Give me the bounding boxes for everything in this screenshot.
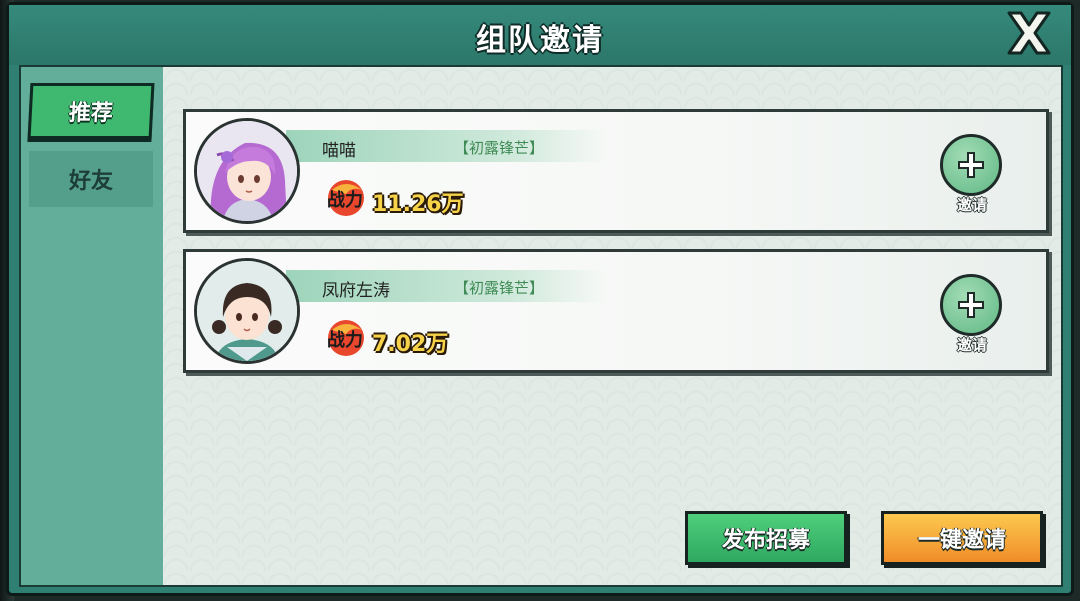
player-card: 凤府左涛 【初露锋芒】 战力 7.02万 邀请	[183, 249, 1049, 373]
tab-recommended[interactable]: 推荐	[27, 83, 155, 139]
combat-power-icon: 战力	[322, 316, 368, 360]
invite-label: 邀请	[956, 336, 987, 354]
invite-circle	[940, 274, 1002, 336]
plus-icon	[958, 292, 984, 318]
tab-label: 推荐	[68, 101, 114, 126]
avatar	[194, 118, 300, 224]
team-invite-dialog: 组队邀请 推荐 好友 喵喵 【初露锋芒】 战力 11.26万 邀请 凤府左涛 【…	[6, 2, 1074, 596]
player-name: 凤府左涛	[322, 281, 390, 301]
player-title-tag: 【初露锋芒】	[454, 279, 545, 297]
publish-recruitment-button[interactable]: 发布招募	[685, 511, 847, 565]
invite-button[interactable]: 邀请	[940, 274, 1006, 360]
combat-power-value: 11.26万	[372, 192, 464, 217]
combat-power-value: 7.02万	[372, 332, 449, 357]
tab-label: 好友	[68, 169, 113, 194]
invite-label: 邀请	[956, 196, 987, 214]
title-bar: 组队邀请	[9, 5, 1071, 65]
power-icon-text: 战力	[327, 330, 363, 351]
sidebar: 推荐 好友	[21, 67, 163, 585]
player-name: 喵喵	[322, 141, 356, 161]
avatar	[194, 258, 300, 364]
tab-friends[interactable]: 好友	[29, 151, 153, 207]
avatar-dark-hair-icon	[197, 261, 297, 361]
dialog-body: 推荐 好友 喵喵 【初露锋芒】 战力 11.26万 邀请 凤府左涛 【初露锋芒】…	[19, 65, 1063, 587]
avatar-purple-hair-icon	[197, 121, 297, 221]
close-icon	[1007, 11, 1051, 55]
power-icon-text: 战力	[327, 190, 363, 211]
player-title-tag: 【初露锋芒】	[454, 139, 545, 157]
invite-all-button[interactable]: 一键邀请	[881, 511, 1043, 565]
player-list-area: 喵喵 【初露锋芒】 战力 11.26万 邀请 凤府左涛 【初露锋芒】 战力 7.…	[163, 67, 1061, 585]
invite-circle	[940, 134, 1002, 196]
invite-button[interactable]: 邀请	[940, 134, 1006, 220]
close-button[interactable]	[1001, 7, 1057, 59]
plus-icon	[958, 152, 984, 178]
player-card: 喵喵 【初露锋芒】 战力 11.26万 邀请	[183, 109, 1049, 233]
dialog-title: 组队邀请	[476, 23, 604, 58]
combat-power-icon: 战力	[322, 176, 368, 220]
